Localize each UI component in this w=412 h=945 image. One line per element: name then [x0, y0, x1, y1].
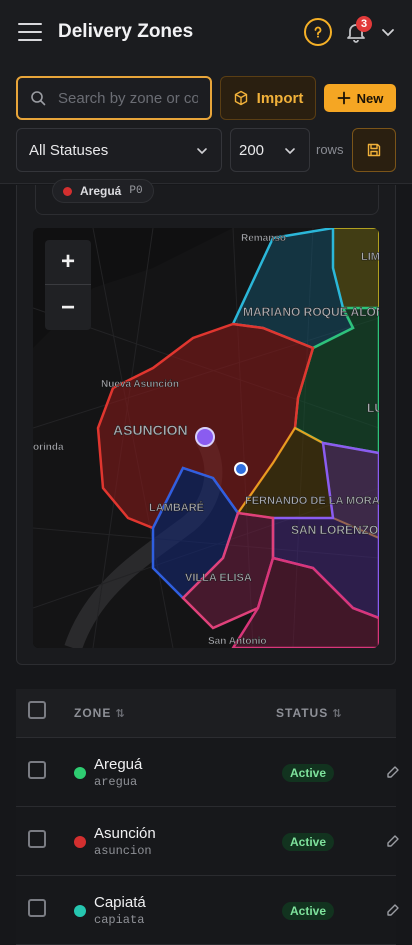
map-label-san-lorenzo: SAN LORENZO: [291, 523, 378, 537]
help-icon[interactable]: [304, 18, 332, 46]
zone-map[interactable]: Remanso LIM MARIANO ROQUE ALONSO LUQUE N…: [33, 228, 379, 648]
zone-code: capiata: [94, 913, 145, 927]
map-label-lambare: LAMBARÉ: [149, 501, 204, 514]
toolbar: Import New All Statuses 200 rows: [0, 64, 412, 184]
row-checkbox[interactable]: [28, 761, 46, 779]
table-row[interactable]: Areguá aregua Active: [16, 738, 399, 807]
zone-name: Capiatá: [94, 894, 146, 911]
map-label-remanso: Remanso: [241, 233, 286, 244]
search-icon: [31, 91, 46, 106]
new-button[interactable]: New: [324, 84, 396, 112]
map-label-lim: LIM: [361, 251, 379, 263]
status-filter-select[interactable]: All Statuses: [16, 128, 222, 172]
search-input[interactable]: [58, 89, 198, 107]
map-label-mariano: MARIANO ROQUE ALONSO: [243, 305, 379, 319]
plus-icon: [337, 91, 351, 105]
map-label-luque: LUQUE: [367, 401, 379, 415]
save-icon: [367, 143, 381, 157]
chevron-down-icon[interactable]: [380, 24, 396, 40]
table-row[interactable]: Capiatá capiata Active: [16, 876, 399, 945]
row-checkbox[interactable]: [28, 899, 46, 917]
notification-badge: 3: [356, 16, 372, 32]
legend-panel: Areguá P0: [35, 179, 379, 215]
page-title: Delivery Zones: [58, 21, 194, 42]
zone-code: asuncion: [94, 844, 152, 858]
zones-table: ZONE ⇅ STATUS ⇅ Areguá aregua Active Asunc…: [16, 689, 399, 945]
map-label-nueva-asuncion: Nueva Asunción: [101, 379, 179, 390]
import-button[interactable]: Import: [220, 76, 316, 120]
new-label: New: [356, 90, 384, 106]
sort-icon: ⇅: [115, 708, 126, 720]
column-zone[interactable]: ZONE ⇅: [74, 706, 126, 720]
zoom-in-button[interactable]: +: [45, 240, 91, 285]
status-badge: Active: [282, 764, 335, 782]
map-label-villa-elisa: VILLA ELISA: [185, 572, 252, 584]
map-label-fernando: FERNANDO DE LA MORA: [245, 495, 379, 507]
zoom-control: + −: [45, 240, 91, 330]
zone-name: Areguá: [94, 756, 143, 773]
search-box[interactable]: [16, 76, 212, 120]
menu-icon[interactable]: [18, 23, 42, 41]
package-icon: [234, 90, 247, 106]
rows-value: 200: [239, 141, 265, 159]
status-filter-value: All Statuses: [29, 141, 109, 159]
zone-color-dot: [74, 836, 86, 848]
map-label-san-antonio: San Antonio: [208, 636, 267, 647]
select-all-checkbox[interactable]: [28, 701, 46, 719]
map-label-asuncion: ASUNCION: [113, 422, 188, 438]
zone-name: Asunción: [94, 825, 156, 842]
legend-chip[interactable]: Areguá P0: [52, 179, 154, 203]
save-button[interactable]: [352, 128, 396, 172]
zone-color-dot: [74, 767, 86, 779]
map-label-orinda: orinda: [33, 442, 64, 453]
import-label: Import: [256, 89, 304, 107]
table-row[interactable]: Asunción asuncion Active: [16, 807, 399, 876]
table-header: ZONE ⇅ STATUS ⇅: [16, 689, 396, 738]
status-badge: Active: [282, 902, 335, 920]
column-status[interactable]: STATUS ⇅: [276, 706, 342, 720]
zoom-out-button[interactable]: −: [45, 285, 91, 330]
row-checkbox[interactable]: [28, 830, 46, 848]
edit-icon[interactable]: [386, 834, 400, 848]
chevron-down-icon: [285, 148, 295, 155]
legend-color-dot: [63, 186, 72, 196]
legend-zone-code: P0: [129, 185, 143, 197]
zone-color-dot: [74, 905, 86, 917]
edit-icon[interactable]: [386, 765, 400, 779]
zone-code: aregua: [94, 775, 138, 789]
rows-per-page-select[interactable]: 200: [230, 128, 310, 172]
chevron-down-icon: [197, 148, 207, 155]
sort-icon: ⇅: [332, 708, 343, 720]
status-badge: Active: [282, 833, 335, 851]
rows-label: rows: [316, 142, 344, 157]
legend-zone-name: Areguá: [80, 184, 122, 198]
